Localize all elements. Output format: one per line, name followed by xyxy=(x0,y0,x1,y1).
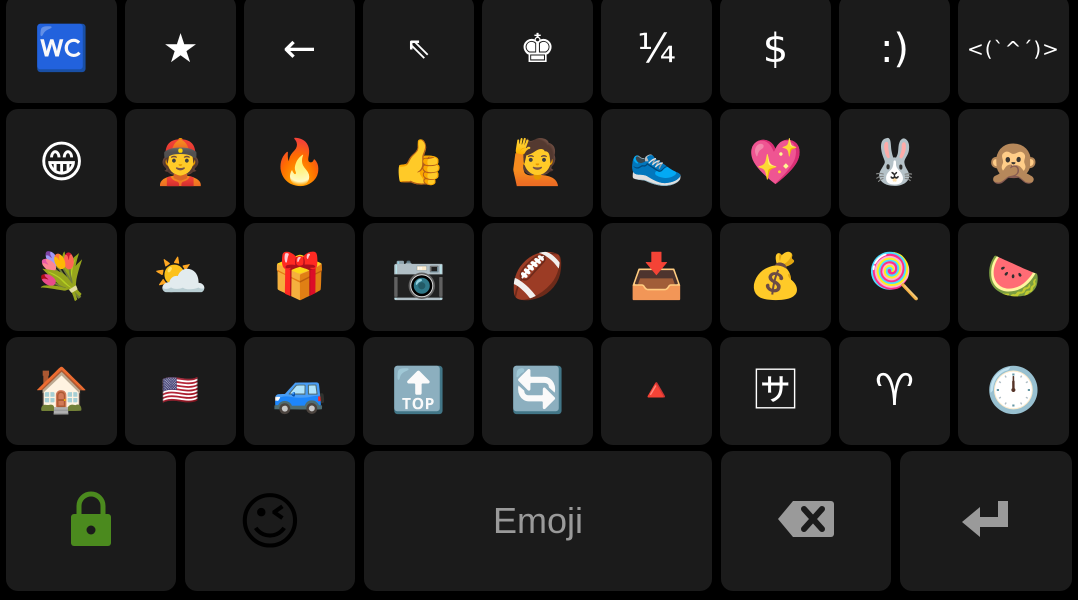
enter-key[interactable] xyxy=(900,451,1072,591)
key-us-flag[interactable]: 🇺🇸 xyxy=(125,337,236,445)
space-key[interactable]: Emoji xyxy=(364,451,712,591)
money-bag-emoji: 💰 xyxy=(748,251,803,302)
rabbit-face-emoji: 🐰 xyxy=(867,137,922,188)
key-repeat-arrows[interactable]: 🔄 xyxy=(482,337,593,445)
red-triangle-emoji: 🔺 xyxy=(637,373,676,408)
key-chess-king[interactable]: ♚ xyxy=(482,0,593,103)
lock-icon xyxy=(69,490,113,552)
chess-king-symbol: ♚ xyxy=(519,26,556,72)
sparkling-heart-emoji: 💖 xyxy=(748,137,803,188)
key-sa-button[interactable]: 🈂 xyxy=(720,337,831,445)
key-row-2: 😁 👲 🔥 👍 🙋 👟 💖 🐰 🙊 xyxy=(6,109,1070,217)
key-top-arrow[interactable]: 🔝 xyxy=(363,337,474,445)
key-house[interactable]: 🏠 xyxy=(6,337,117,445)
grinning-face-emoji: 😁 xyxy=(38,137,85,188)
key-sneaker[interactable]: 👟 xyxy=(601,109,712,217)
person-cap-emoji: 👲 xyxy=(153,137,208,188)
suv-emoji: 🚙 xyxy=(272,365,327,416)
key-wc[interactable]: 🚾 xyxy=(6,0,117,103)
clock-emoji: 🕛 xyxy=(986,365,1041,416)
key-sparkling-heart[interactable]: 💖 xyxy=(720,109,831,217)
key-suv[interactable]: 🚙 xyxy=(244,337,355,445)
fire-emoji: 🔥 xyxy=(272,137,327,188)
up-left-arrow-symbol: ⇖ xyxy=(405,31,432,66)
kaomoji-text: <(`^´)> xyxy=(967,37,1060,61)
thumbs-up-emoji: 👍 xyxy=(391,137,446,188)
sa-button-emoji: 🈂 xyxy=(753,365,798,416)
key-watermelon[interactable]: 🍉 xyxy=(958,223,1069,331)
wc-emoji: 🚾 xyxy=(34,23,89,74)
key-rabbit-face[interactable]: 🐰 xyxy=(839,109,950,217)
key-football[interactable]: 🏈 xyxy=(482,223,593,331)
emoji-category-key[interactable]: 😉 xyxy=(185,451,355,591)
monkey-emoji: 🙊 xyxy=(986,137,1041,188)
key-raising-hand[interactable]: 🙋 xyxy=(482,109,593,217)
key-gift[interactable]: 🎁 xyxy=(244,223,355,331)
lock-key[interactable] xyxy=(6,451,176,591)
key-lollipop[interactable]: 🍭 xyxy=(839,223,950,331)
star-symbol: ★ xyxy=(162,26,199,72)
top-arrow-emoji: 🔝 xyxy=(391,365,446,416)
one-quarter-symbol: ¼ xyxy=(637,26,676,72)
enter-icon xyxy=(960,497,1012,545)
us-flag-emoji: 🇺🇸 xyxy=(161,373,200,408)
football-emoji: 🏈 xyxy=(510,251,565,302)
bottom-row: 😉 Emoji xyxy=(6,451,1072,591)
key-inbox-tray[interactable]: 📥 xyxy=(601,223,712,331)
key-row-4: 🏠 🇺🇸 🚙 🔝 🔄 🔺 🈂 ♈ 🕛 xyxy=(6,337,1070,445)
key-person-cap[interactable]: 👲 xyxy=(125,109,236,217)
left-arrow-symbol: ← xyxy=(282,26,317,72)
key-smiley-text[interactable]: :) xyxy=(839,0,950,103)
key-kaomoji[interactable]: <(`^´)> xyxy=(958,0,1069,103)
bouquet-emoji: 💐 xyxy=(34,251,89,302)
backspace-icon xyxy=(777,499,835,543)
winking-face-emoji: 😉 xyxy=(237,484,303,558)
key-thumbs-up[interactable]: 👍 xyxy=(363,109,474,217)
key-bouquet[interactable]: 💐 xyxy=(6,223,117,331)
key-up-left-arrow[interactable]: ⇖ xyxy=(363,0,474,103)
key-fire[interactable]: 🔥 xyxy=(244,109,355,217)
dollar-symbol: $ xyxy=(762,26,789,72)
key-speak-no-evil[interactable]: 🙊 xyxy=(958,109,1069,217)
emoji-keyboard: 🚾 ★ ← ⇖ ♚ ¼ $ :) <(`^´)> 😁 👲 🔥 👍 🙋 👟 💖 🐰… xyxy=(0,0,1078,600)
sneaker-emoji: 👟 xyxy=(629,137,684,188)
gift-emoji: 🎁 xyxy=(272,251,327,302)
key-clock[interactable]: 🕛 xyxy=(958,337,1069,445)
space-key-label: Emoji xyxy=(492,500,584,541)
watermelon-emoji: 🍉 xyxy=(986,251,1041,302)
key-one-quarter[interactable]: ¼ xyxy=(601,0,712,103)
key-aries[interactable]: ♈ xyxy=(839,337,950,445)
key-star[interactable]: ★ xyxy=(125,0,236,103)
inbox-tray-emoji: 📥 xyxy=(629,251,684,302)
key-dollar[interactable]: $ xyxy=(720,0,831,103)
lollipop-emoji: 🍭 xyxy=(867,251,922,302)
smiley-text: :) xyxy=(879,26,910,72)
house-emoji: 🏠 xyxy=(34,365,89,416)
aries-emoji: ♈ xyxy=(874,365,915,416)
camera-emoji: 📷 xyxy=(391,251,446,302)
key-row-1: 🚾 ★ ← ⇖ ♚ ¼ $ :) <(`^´)> xyxy=(6,0,1070,103)
key-money-bag[interactable]: 💰 xyxy=(720,223,831,331)
key-grinning-face[interactable]: 😁 xyxy=(6,109,117,217)
backspace-key[interactable] xyxy=(721,451,891,591)
sun-cloud-emoji: ⛅ xyxy=(153,251,208,302)
key-camera[interactable]: 📷 xyxy=(363,223,474,331)
key-left-arrow[interactable]: ← xyxy=(244,0,355,103)
key-row-3: 💐 ⛅ 🎁 📷 🏈 📥 💰 🍭 🍉 xyxy=(6,223,1070,331)
raising-hand-emoji: 🙋 xyxy=(510,137,565,188)
key-red-triangle[interactable]: 🔺 xyxy=(601,337,712,445)
repeat-arrows-emoji: 🔄 xyxy=(510,365,565,416)
key-sun-cloud[interactable]: ⛅ xyxy=(125,223,236,331)
